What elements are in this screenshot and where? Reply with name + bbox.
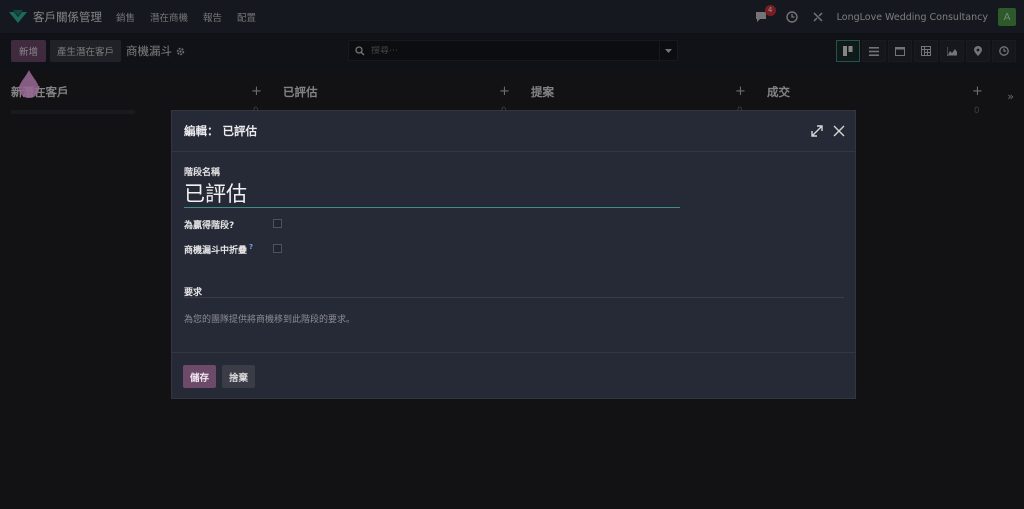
help-tooltip-icon[interactable]: ? [249, 243, 253, 251]
folded-label: 商機漏斗中折疊 [184, 246, 248, 256]
discard-button[interactable]: 捨棄 [222, 365, 256, 388]
stage-name-label: 階段名稱 [184, 168, 221, 178]
won-stage-checkbox[interactable] [273, 219, 282, 228]
stage-name-input[interactable] [184, 178, 680, 208]
expand-icon[interactable] [811, 125, 823, 137]
folded-checkbox[interactable] [273, 244, 282, 253]
requirements-editor[interactable]: 為您的團隊提供將商機移到此階段的要求。 [184, 312, 355, 325]
save-button[interactable]: 儲存 [183, 365, 217, 388]
onboarding-tip-drop-icon[interactable] [19, 70, 39, 98]
section-divider [184, 297, 844, 298]
edit-stage-dialog: 編輯： 已評估 階段名稱 為贏得階段? 商機漏斗中折疊? 要求 為您的團隊提供將… [171, 110, 856, 399]
dialog-header: 編輯： 已評估 [172, 111, 855, 152]
folded-label-wrapper: 商機漏斗中折疊? [184, 243, 253, 256]
dialog-body: 階段名稱 為贏得階段? 商機漏斗中折疊? 要求 為您的團隊提供將商機移到此階段的… [172, 152, 855, 352]
won-stage-label: 為贏得階段? [184, 221, 235, 231]
dialog-title: 編輯： 已評估 [184, 124, 258, 138]
close-icon[interactable] [833, 125, 845, 137]
dialog-footer: 儲存 捨棄 [172, 352, 855, 399]
